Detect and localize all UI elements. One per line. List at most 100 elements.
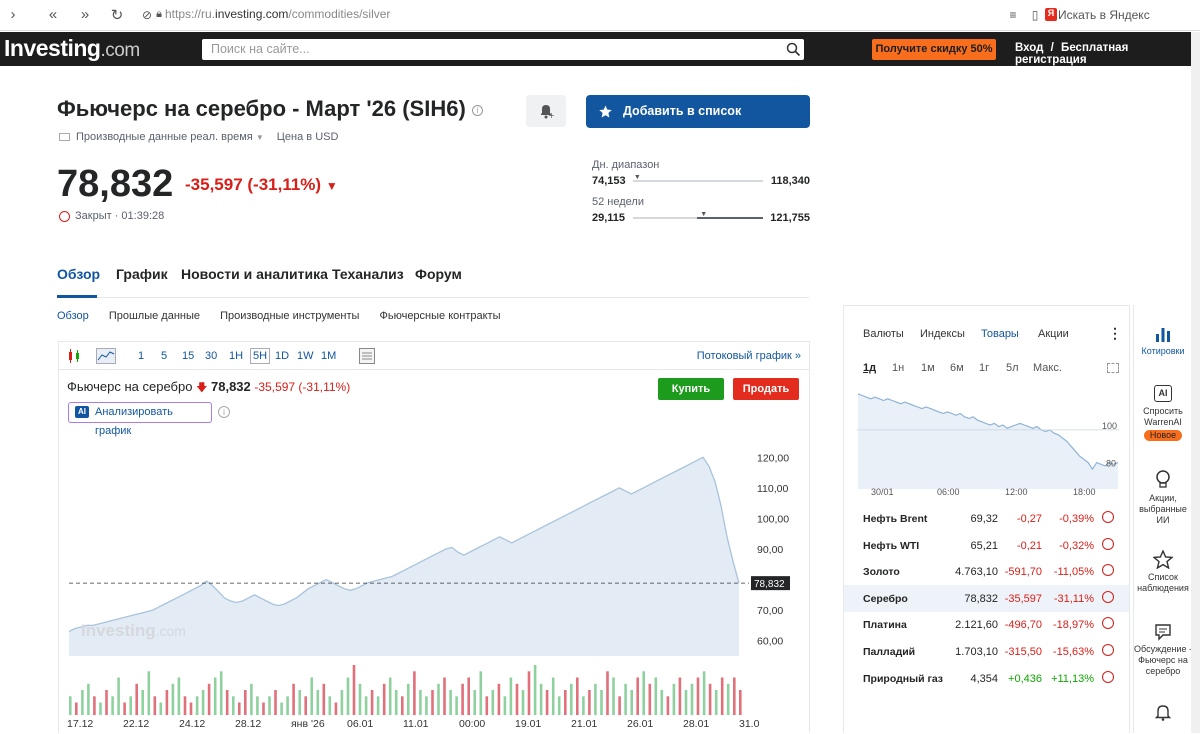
volume-bar bbox=[292, 683, 295, 716]
chart-title: Фьючерс на серебро 🡇 78,832 -35,597 (-31… bbox=[67, 379, 350, 398]
search-icon[interactable] bbox=[786, 42, 801, 57]
analyze-chart-button[interactable]: AI Анализировать график bbox=[68, 402, 212, 437]
market-tab-currencies[interactable]: Валюты bbox=[863, 328, 904, 340]
chevron-down-icon[interactable]: ▼ bbox=[256, 133, 264, 142]
volume-bar bbox=[147, 671, 151, 716]
page-scrollbar[interactable] bbox=[1191, 32, 1200, 733]
yandex-search[interactable]: Искать в Яндекс bbox=[1058, 8, 1150, 22]
streaming-chart-link[interactable]: Потоковый график » bbox=[697, 350, 801, 362]
x-tick-label: 00:00 bbox=[459, 718, 485, 730]
login-link[interactable]: Вход bbox=[1015, 42, 1043, 54]
timeframe-1m[interactable]: 1M bbox=[321, 350, 336, 362]
quote-price: 65,21 bbox=[970, 539, 998, 552]
status-time: 01:39:28 bbox=[121, 210, 165, 222]
timeframe-1w[interactable]: 1W bbox=[297, 350, 314, 362]
tab-technical[interactable]: Теханализ bbox=[332, 266, 404, 282]
subnav-history[interactable]: Прошлые данные bbox=[109, 310, 200, 322]
promo-button[interactable]: Получите скидку 50% bbox=[872, 39, 996, 60]
buy-button[interactable]: Купить bbox=[658, 378, 724, 400]
logo[interactable]: Investing.com bbox=[4, 35, 140, 62]
volume-bar bbox=[720, 677, 724, 715]
volume-bar bbox=[467, 677, 470, 715]
volume-bar bbox=[262, 702, 265, 715]
volume-bar bbox=[479, 671, 483, 716]
data-type[interactable]: Производные данные реал. время bbox=[76, 131, 253, 143]
quote-row[interactable]: Золото 4.763,10 -591,70 -11,05% bbox=[844, 558, 1129, 585]
sell-button[interactable]: Продать bbox=[733, 378, 799, 400]
mini-tf-5y[interactable]: 5л bbox=[1006, 362, 1019, 374]
sidebar-item-watchlist[interactable]: Список наблюдения bbox=[1134, 549, 1192, 594]
subnav-overview[interactable]: Обзор bbox=[57, 310, 89, 322]
timeframe-5h[interactable]: 5H bbox=[250, 348, 271, 364]
search-input[interactable]: Поиск на сайте... bbox=[202, 39, 804, 60]
volume-bar bbox=[117, 677, 120, 715]
subnav-futures[interactable]: Фьючерсные контракты bbox=[379, 310, 500, 322]
more-menu-icon[interactable]: ⋮ bbox=[1108, 325, 1122, 342]
url-domain: investing.com bbox=[215, 7, 289, 21]
bookmark-icon[interactable]: ▯ bbox=[1026, 8, 1044, 22]
quote-change-pct: -31,11% bbox=[1053, 592, 1094, 605]
volume-bar bbox=[594, 683, 597, 716]
sidebar-item-ai-picks[interactable]: Акции, выбранные ИИ bbox=[1134, 470, 1192, 526]
quote-row[interactable]: Нефть WTI 65,21 -0,21 -0,32% bbox=[844, 532, 1129, 559]
info-icon[interactable]: i bbox=[471, 104, 483, 116]
sidebar-item-quotes[interactable]: Котировки bbox=[1134, 325, 1192, 357]
x-tick-label: 21.01 bbox=[571, 718, 597, 730]
timeframe-1[interactable]: 1 bbox=[138, 350, 144, 362]
timeframe-15[interactable]: 15 bbox=[182, 350, 194, 362]
mini-tf-1d[interactable]: 1д bbox=[863, 362, 876, 374]
mini-tf-1w[interactable]: 1н bbox=[892, 362, 904, 374]
market-tab-commodities[interactable]: Товары bbox=[981, 328, 1019, 340]
calendar-icon[interactable] bbox=[359, 348, 375, 364]
quote-row[interactable]: Нефть Brent 69,32 -0,27 -0,39% bbox=[844, 505, 1129, 532]
area-chart-icon[interactable] bbox=[96, 348, 116, 364]
sidebar-item-alerts[interactable] bbox=[1134, 703, 1192, 724]
back-icon[interactable]: « bbox=[44, 6, 62, 23]
timeframe-1h[interactable]: 1H bbox=[229, 350, 243, 362]
tab-forum[interactable]: Форум bbox=[415, 266, 462, 282]
market-tab-indices[interactable]: Индексы bbox=[920, 328, 965, 340]
tab-news[interactable]: Новости и аналитика bbox=[181, 266, 328, 282]
url-path: /commodities/silver bbox=[288, 7, 391, 21]
forward-icon[interactable]: » bbox=[76, 6, 94, 23]
quote-row[interactable]: Платина 2.121,60 -496,70 -18,97% bbox=[844, 611, 1129, 638]
quote-row[interactable]: Серебро 78,832 -35,597 -31,11% bbox=[844, 584, 1129, 612]
price-chart[interactable]: Investing.com 78,832 120,00 110,00 100,00 9… bbox=[59, 434, 809, 734]
market-tab-stocks[interactable]: Акции bbox=[1038, 328, 1069, 340]
timeframe-30[interactable]: 30 bbox=[205, 350, 217, 362]
tab-overview[interactable]: Обзор bbox=[57, 266, 100, 282]
reader-icon[interactable]: ≡ bbox=[1004, 8, 1022, 22]
mini-tf-1y[interactable]: 1г bbox=[979, 362, 989, 374]
expand-icon[interactable] bbox=[1107, 363, 1119, 373]
subnav-derivatives[interactable]: Производные инструменты bbox=[220, 310, 359, 322]
mini-tf-max[interactable]: Макс. bbox=[1033, 362, 1062, 374]
mini-tf-1m[interactable]: 1м bbox=[921, 362, 935, 374]
alert-button[interactable]: + bbox=[526, 95, 566, 127]
volume-bar bbox=[364, 696, 368, 716]
volume-bar bbox=[564, 690, 567, 715]
tab-chart[interactable]: График bbox=[116, 266, 168, 282]
mini-x-label: 06:00 bbox=[937, 487, 960, 497]
volume-bar bbox=[624, 683, 627, 716]
info-icon[interactable]: i bbox=[218, 406, 230, 418]
address-bar[interactable]: https://ru.investing.com/commodities/sil… bbox=[165, 7, 390, 21]
volume-bar bbox=[268, 696, 271, 716]
sidebar-toggle-icon[interactable]: › bbox=[4, 6, 22, 23]
add-to-watchlist-button[interactable]: Добавить в список наблюдения bbox=[586, 95, 810, 151]
timeframe-5[interactable]: 5 bbox=[161, 350, 167, 362]
volume-bar bbox=[322, 683, 326, 716]
quote-row[interactable]: Палладий 1.703,10 -315,50 -15,63% bbox=[844, 638, 1129, 665]
sidebar-item-discussion[interactable]: Обсуждение - Фьючерс на серебро bbox=[1134, 623, 1192, 677]
mini-tf-6m[interactable]: 6м bbox=[950, 362, 964, 374]
quote-row[interactable]: Природный газ 4,354 +0,436 +11,13% bbox=[844, 665, 1129, 692]
sidebar-item-warrenai[interactable]: AI Спросить WarrenAI Новое bbox=[1134, 385, 1192, 441]
mini-chart[interactable]: 100 80 30/01 06:00 12:00 18:00 bbox=[857, 384, 1121, 499]
volume-bar bbox=[135, 683, 138, 716]
browser-toolbar: › « » ↻ ⊘ 🔒︎ https://ru.investing.com/co… bbox=[0, 0, 1200, 31]
reload-icon[interactable]: ↻ bbox=[108, 6, 126, 24]
candlestick-icon[interactable] bbox=[67, 349, 83, 363]
timeframe-1d[interactable]: 1D bbox=[275, 350, 289, 362]
volume-bar bbox=[153, 696, 157, 716]
sidebar-label: Спросить WarrenAI bbox=[1143, 406, 1183, 427]
volume-bar bbox=[473, 690, 476, 715]
